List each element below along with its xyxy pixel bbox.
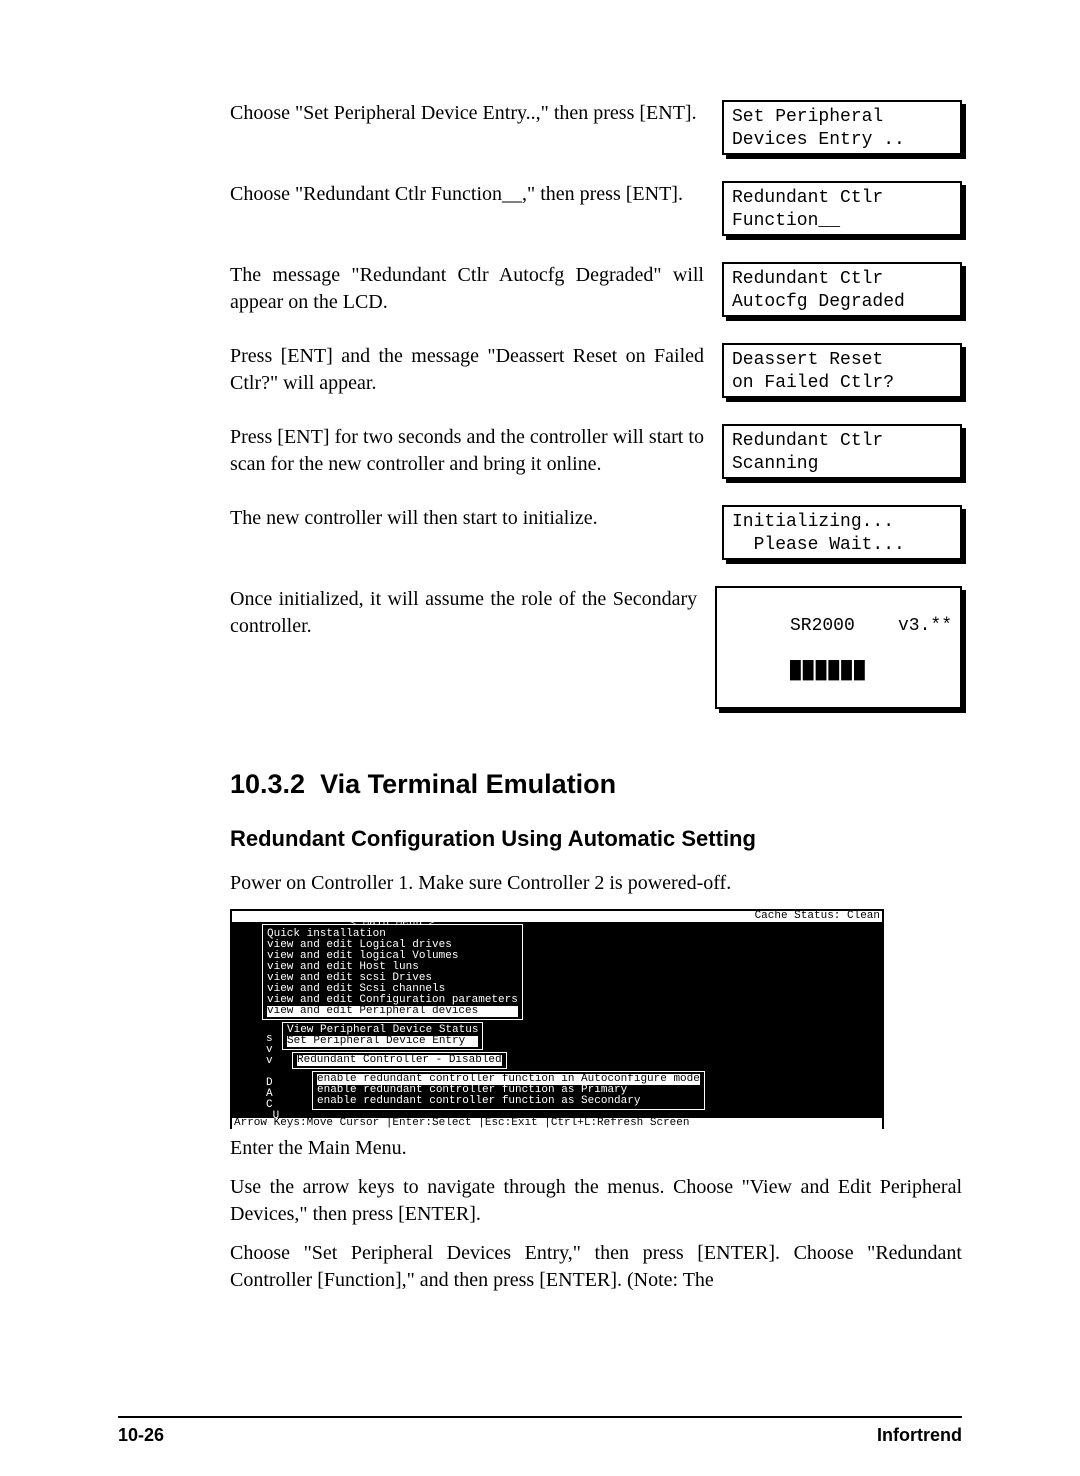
step-text: Choose "Set Peripheral Device Entry..," … — [230, 100, 722, 127]
menu-title: < Main Menu > — [267, 918, 518, 929]
option-item: enable redundant controller function as … — [317, 1085, 700, 1096]
menu-item: view and edit scsi Drives — [267, 973, 518, 984]
side-letters: s v v D A C U — [266, 1034, 279, 1122]
step-text: Press [ENT] for two seconds and the cont… — [230, 424, 722, 478]
menu-item: view and edit Configuration parameters — [267, 995, 518, 1006]
section-number: 10.3.2 — [230, 769, 305, 799]
lcd-panel: Redundant Ctlr Scanning — [722, 424, 962, 479]
lcd-panel: Set Peripheral Devices Entry .. — [722, 100, 962, 155]
redundant-box: Redundant Controller - Disabled — [292, 1052, 507, 1069]
menu-item: view and edit Logical drives — [267, 940, 518, 951]
menu-item: view and edit logical Volumes — [267, 951, 518, 962]
submenu-item: View Peripheral Device Status — [287, 1025, 478, 1036]
submenu-item-selected: Set Peripheral Device Entry — [287, 1036, 478, 1047]
menu-item-selected: view and edit Peripheral devices — [267, 1006, 518, 1017]
power-on-text: Power on Controller 1. Make sure Control… — [230, 870, 962, 897]
lcd-panel: Redundant Ctlr Function__ — [722, 181, 962, 236]
terminal-screenshot: Cache Status: Clean < Main Menu > Quick … — [230, 909, 884, 1129]
step-text: Press [ENT] and the message "Deassert Re… — [230, 343, 722, 397]
footer-rule — [118, 1416, 962, 1418]
lcd-panel: Initializing... Please Wait... — [722, 505, 962, 560]
brand-name: Infortrend — [877, 1425, 962, 1446]
lcd-blocks: ██████ — [790, 661, 867, 681]
menu-item: Quick installation — [267, 929, 518, 940]
page-number: 10-26 — [118, 1425, 164, 1446]
option-item-selected: enable redundant controller function in … — [317, 1074, 700, 1085]
redundant-status: Redundant Controller - Disabled — [297, 1055, 502, 1066]
menu-item: view and edit Host luns — [267, 962, 518, 973]
section-title: Via Terminal Emulation — [320, 769, 616, 799]
menu-item: view and edit Scsi channels — [267, 984, 518, 995]
options-box: enable redundant controller function in … — [312, 1071, 705, 1110]
body-paragraph: Choose "Set Peripheral Devices Entry," t… — [230, 1240, 962, 1294]
lcd-text: SR2000 v3.** — [790, 616, 952, 636]
body-paragraph: Enter the Main Menu. — [230, 1135, 962, 1162]
section-heading: 10.3.2 Via Terminal Emulation — [230, 769, 962, 800]
lcd-panel: Deassert Reset on Failed Ctlr? — [722, 343, 962, 398]
step-text: Choose "Redundant Ctlr Function__," then… — [230, 181, 722, 208]
main-menu-box: < Main Menu > Quick installation view an… — [262, 924, 523, 1020]
submenu-box: View Peripheral Device Status Set Periph… — [282, 1022, 483, 1050]
lcd-panel: SR2000 v3.** ██████ — [715, 586, 962, 709]
step-text: The message "Redundant Ctlr Autocfg Degr… — [230, 262, 722, 316]
lcd-panel: Redundant Ctlr Autocfg Degraded — [722, 262, 962, 317]
step-text: Once initialized, it will assume the rol… — [230, 586, 715, 640]
body-paragraph: Use the arrow keys to navigate through t… — [230, 1174, 962, 1228]
option-item: enable redundant controller function as … — [317, 1096, 700, 1107]
step-text: The new controller will then start to in… — [230, 505, 722, 532]
subsection-heading: Redundant Configuration Using Automatic … — [230, 826, 962, 852]
terminal-statusbar: Arrow Keys:Move Cursor |Enter:Select |Es… — [232, 1118, 882, 1129]
